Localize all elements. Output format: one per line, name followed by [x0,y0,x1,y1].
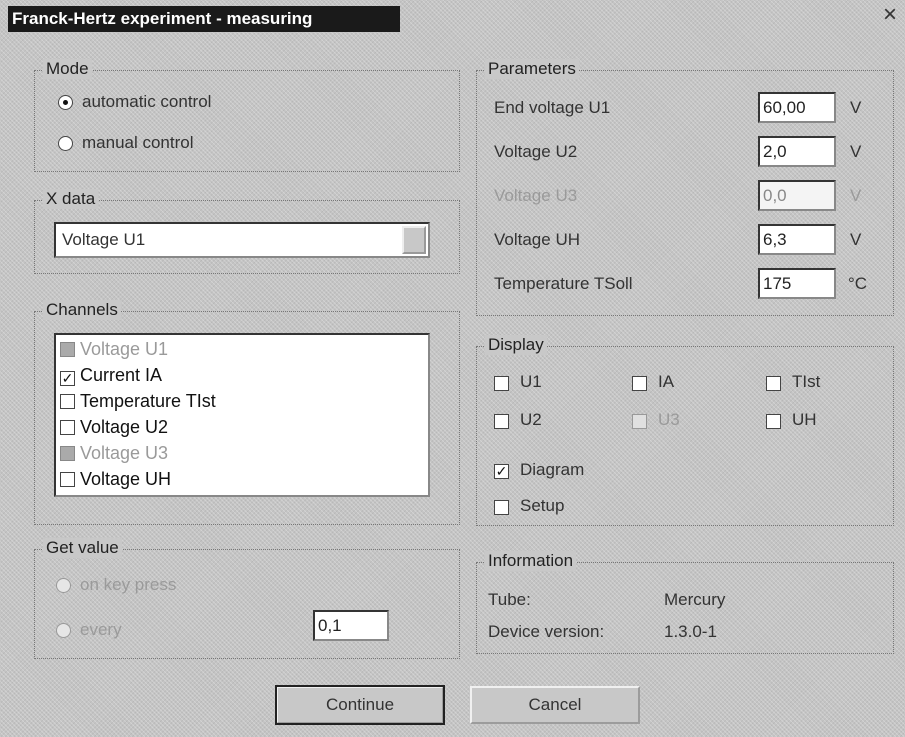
display-title: Display [485,335,547,355]
display-uh-label[interactable]: UH [792,410,817,430]
temperature-tsoll-unit: °C [848,274,868,293]
channel-item[interactable]: Voltage U2 [60,417,168,438]
end-voltage-u1-unit: V [850,98,862,117]
voltage-u3-unit: V [850,186,862,205]
checkbox-icon [60,446,75,461]
channel-item: Voltage U1 [60,339,168,360]
device-version-label: Device version: [488,622,605,641]
end-voltage-u1-label: End voltage U1 [494,98,611,117]
display-u3-checkbox [632,414,647,429]
display-ia-checkbox[interactable] [632,376,647,391]
temperature-tsoll-field[interactable] [758,268,836,299]
xdata-selected-value: Voltage U1 [62,230,146,249]
display-u3-label: U3 [658,410,680,429]
chevron-down-icon[interactable] [402,226,426,254]
diagram-label[interactable]: Diagram [520,460,584,480]
setup-label[interactable]: Setup [520,496,564,516]
channels-title: Channels [43,300,121,320]
channel-label: Current IA [80,365,163,385]
channels-list[interactable]: Voltage U1 ✓ Current IA Temperature TIst … [54,333,430,497]
franck-hertz-dialog: Franck-Hertz experiment - measuring × Mo… [0,0,905,737]
diagram-checkbox[interactable]: ✓ [494,464,509,479]
display-uh-checkbox[interactable] [766,414,781,429]
manual-control-label[interactable]: manual control [82,133,194,153]
checkbox-icon [60,342,75,357]
channel-item: Voltage U3 [60,443,168,464]
on-key-press-radio[interactable] [56,578,71,593]
channel-label: Temperature TIst [80,391,216,411]
display-tist-label[interactable]: TIst [792,372,820,392]
channel-label: Voltage UH [80,469,172,489]
close-icon[interactable]: × [878,2,902,28]
display-u2-checkbox[interactable] [494,414,509,429]
getvalue-group: Get value [34,538,460,659]
mode-title: Mode [43,59,92,79]
checkbox-icon[interactable] [60,420,75,435]
every-interval-field[interactable] [313,610,389,641]
checkbox-icon[interactable] [60,394,75,409]
window-title: Franck-Hertz experiment - measuring [8,6,400,32]
xdata-title: X data [43,189,99,209]
voltage-u2-field[interactable] [758,136,836,167]
channel-item[interactable]: Temperature TIst [60,391,216,412]
display-ia-label[interactable]: IA [658,372,674,392]
information-title: Information [485,551,577,571]
channel-label: Voltage U1 [80,339,169,359]
manual-control-radio[interactable] [58,136,73,151]
cancel-button[interactable]: Cancel [470,686,640,724]
checkbox-icon[interactable] [60,472,75,487]
automatic-control-radio[interactable] [58,95,73,110]
channel-label: Voltage U2 [80,417,169,437]
display-u2-label[interactable]: U2 [520,410,542,430]
device-version-value: 1.3.0-1 [664,622,717,641]
tube-value: Mercury [664,590,726,609]
display-u1-label[interactable]: U1 [520,372,542,392]
channel-item[interactable]: Voltage UH [60,469,171,490]
continue-button[interactable]: Continue [275,685,445,725]
setup-checkbox[interactable] [494,500,509,515]
every-label[interactable]: every [80,620,122,640]
voltage-u3-field [758,180,836,211]
voltage-u2-unit: V [850,142,862,161]
checkbox-checked-icon[interactable]: ✓ [60,371,75,386]
voltage-uh-field[interactable] [758,224,836,255]
display-u1-checkbox[interactable] [494,376,509,391]
voltage-uh-label: Voltage UH [494,230,580,249]
tube-label: Tube: [488,590,531,609]
parameters-title: Parameters [485,59,579,79]
xdata-select[interactable]: Voltage U1 [54,222,430,258]
voltage-u3-label: Voltage U3 [494,186,578,205]
channel-item[interactable]: ✓ Current IA [60,365,162,386]
automatic-control-label[interactable]: automatic control [82,92,211,112]
getvalue-title: Get value [43,538,122,558]
display-tist-checkbox[interactable] [766,376,781,391]
voltage-u2-label: Voltage U2 [494,142,578,161]
on-key-press-label[interactable]: on key press [80,575,176,595]
end-voltage-u1-field[interactable] [758,92,836,123]
temperature-tsoll-label: Temperature TSoll [494,274,633,293]
every-radio[interactable] [56,623,71,638]
voltage-uh-unit: V [850,230,862,249]
mode-group: Mode [34,59,460,172]
channel-label: Voltage U3 [80,443,169,463]
